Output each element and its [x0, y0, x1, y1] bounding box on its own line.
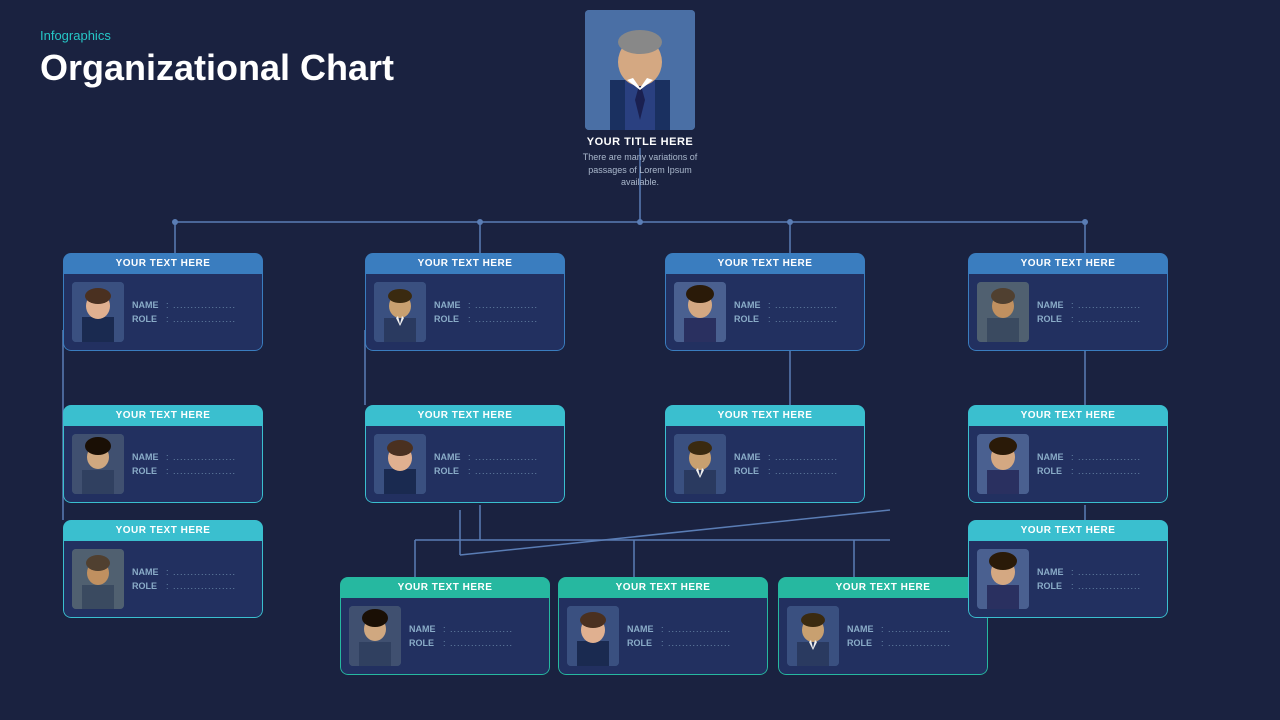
card-c5: YOUR TEXT HERE NAME : ..................…	[63, 405, 263, 503]
card-info-c11: NAME : .................. ROLE : .......…	[627, 624, 731, 648]
card-header-c3: YOUR TEXT HERE	[665, 253, 865, 274]
card-info-c5: NAME : .................. ROLE : .......…	[132, 452, 236, 476]
card-c11: YOUR TEXT HERE NAME : ..................…	[558, 577, 768, 675]
card-c3: YOUR TEXT HERE NAME : ..................…	[665, 253, 865, 351]
card-photo-c2	[374, 282, 426, 342]
top-node-title: YOUR TITLE HERE	[587, 136, 694, 148]
card-photo-c13	[977, 549, 1029, 609]
role-field-c11: ROLE : ..................	[627, 638, 731, 648]
card-body-c2: NAME : .................. ROLE : .......…	[365, 274, 565, 351]
card-header-c10: YOUR TEXT HERE	[340, 577, 550, 598]
card-photo-c6	[374, 434, 426, 494]
card-photo-c10	[349, 606, 401, 666]
name-field-c10: NAME : ..................	[409, 624, 513, 634]
name-field-c4: NAME : ..................	[1037, 300, 1141, 310]
card-photo-c5	[72, 434, 124, 494]
card-c2: YOUR TEXT HERE NAME : ..................…	[365, 253, 565, 351]
card-c1: YOUR TEXT HERE NAME : ..................…	[63, 253, 263, 351]
card-photo-c8	[977, 434, 1029, 494]
card-c4: YOUR TEXT HERE NAME : ..................…	[968, 253, 1168, 351]
card-c7: YOUR TEXT HERE NAME : ..................…	[665, 405, 865, 503]
card-body-c12: NAME : .................. ROLE : .......…	[778, 598, 988, 675]
name-field-c1: NAME : ..................	[132, 300, 236, 310]
name-field-c3: NAME : ..................	[734, 300, 838, 310]
card-info-c2: NAME : .................. ROLE : .......…	[434, 300, 538, 324]
card-body-c11: NAME : .................. ROLE : .......…	[558, 598, 768, 675]
card-header-c4: YOUR TEXT HERE	[968, 253, 1168, 274]
card-header-c12: YOUR TEXT HERE	[778, 577, 988, 598]
name-field-c9: NAME : ..................	[132, 567, 236, 577]
card-photo-c1	[72, 282, 124, 342]
name-field-c7: NAME : ..................	[734, 452, 838, 462]
card-header-c8: YOUR TEXT HERE	[968, 405, 1168, 426]
role-field-c13: ROLE : ..................	[1037, 581, 1141, 591]
page-header: Infographics Organizational Chart	[40, 28, 394, 89]
card-info-c4: NAME : .................. ROLE : .......…	[1037, 300, 1141, 324]
top-node: YOUR TITLE HERE There are many variation…	[575, 10, 705, 189]
role-field-c9: ROLE : ..................	[132, 581, 236, 591]
role-field-c6: ROLE : ..................	[434, 466, 538, 476]
role-field-c7: ROLE : ..................	[734, 466, 838, 476]
card-body-c4: NAME : .................. ROLE : .......…	[968, 274, 1168, 351]
role-field-c8: ROLE : ..................	[1037, 466, 1141, 476]
card-photo-c7	[674, 434, 726, 494]
name-field-c2: NAME : ..................	[434, 300, 538, 310]
card-body-c6: NAME : .................. ROLE : .......…	[365, 426, 565, 503]
card-info-c10: NAME : .................. ROLE : .......…	[409, 624, 513, 648]
name-field-c11: NAME : ..................	[627, 624, 731, 634]
top-node-description: There are many variations of passages of…	[575, 151, 705, 189]
card-header-c9: YOUR TEXT HERE	[63, 520, 263, 541]
card-c10: YOUR TEXT HERE NAME : ..................…	[340, 577, 550, 675]
card-info-c7: NAME : .................. ROLE : .......…	[734, 452, 838, 476]
card-photo-c11	[567, 606, 619, 666]
name-field-c8: NAME : ..................	[1037, 452, 1141, 462]
card-info-c3: NAME : .................. ROLE : .......…	[734, 300, 838, 324]
role-field-c5: ROLE : ..................	[132, 466, 236, 476]
card-photo-c12	[787, 606, 839, 666]
card-header-c2: YOUR TEXT HERE	[365, 253, 565, 274]
card-body-c1: NAME : .................. ROLE : .......…	[63, 274, 263, 351]
card-header-c1: YOUR TEXT HERE	[63, 253, 263, 274]
card-body-c10: NAME : .................. ROLE : .......…	[340, 598, 550, 675]
card-photo-c4	[977, 282, 1029, 342]
top-node-photo	[585, 10, 695, 130]
name-field-c13: NAME : ..................	[1037, 567, 1141, 577]
card-c6: YOUR TEXT HERE NAME : ..................…	[365, 405, 565, 503]
page-title: Organizational Chart	[40, 47, 394, 89]
card-body-c3: NAME : .................. ROLE : .......…	[665, 274, 865, 351]
card-info-c9: NAME : .................. ROLE : .......…	[132, 567, 236, 591]
card-info-c1: NAME : .................. ROLE : .......…	[132, 300, 236, 324]
role-field-c1: ROLE : ..................	[132, 314, 236, 324]
role-field-c12: ROLE : ..................	[847, 638, 951, 648]
card-body-c13: NAME : .................. ROLE : .......…	[968, 541, 1168, 618]
card-body-c8: NAME : .................. ROLE : .......…	[968, 426, 1168, 503]
card-header-c5: YOUR TEXT HERE	[63, 405, 263, 426]
infographics-label: Infographics	[40, 28, 394, 43]
card-info-c12: NAME : .................. ROLE : .......…	[847, 624, 951, 648]
card-photo-c9	[72, 549, 124, 609]
card-photo-c3	[674, 282, 726, 342]
card-header-c13: YOUR TEXT HERE	[968, 520, 1168, 541]
card-info-c8: NAME : .................. ROLE : .......…	[1037, 452, 1141, 476]
card-info-c6: NAME : .................. ROLE : .......…	[434, 452, 538, 476]
role-field-c2: ROLE : ..................	[434, 314, 538, 324]
card-header-c6: YOUR TEXT HERE	[365, 405, 565, 426]
card-body-c9: NAME : .................. ROLE : .......…	[63, 541, 263, 618]
name-field-c12: NAME : ..................	[847, 624, 951, 634]
name-field-c5: NAME : ..................	[132, 452, 236, 462]
card-body-c7: NAME : .................. ROLE : .......…	[665, 426, 865, 503]
card-c9: YOUR TEXT HERE NAME : ..................…	[63, 520, 263, 618]
role-field-c3: ROLE : ..................	[734, 314, 838, 324]
card-c12: YOUR TEXT HERE NAME : ..................…	[778, 577, 988, 675]
role-field-c4: ROLE : ..................	[1037, 314, 1141, 324]
card-c8: YOUR TEXT HERE NAME : ..................…	[968, 405, 1168, 503]
card-body-c5: NAME : .................. ROLE : .......…	[63, 426, 263, 503]
card-header-c11: YOUR TEXT HERE	[558, 577, 768, 598]
card-header-c7: YOUR TEXT HERE	[665, 405, 865, 426]
card-info-c13: NAME : .................. ROLE : .......…	[1037, 567, 1141, 591]
card-c13: YOUR TEXT HERE NAME : ..................…	[968, 520, 1168, 618]
role-field-c10: ROLE : ..................	[409, 638, 513, 648]
name-field-c6: NAME : ..................	[434, 452, 538, 462]
